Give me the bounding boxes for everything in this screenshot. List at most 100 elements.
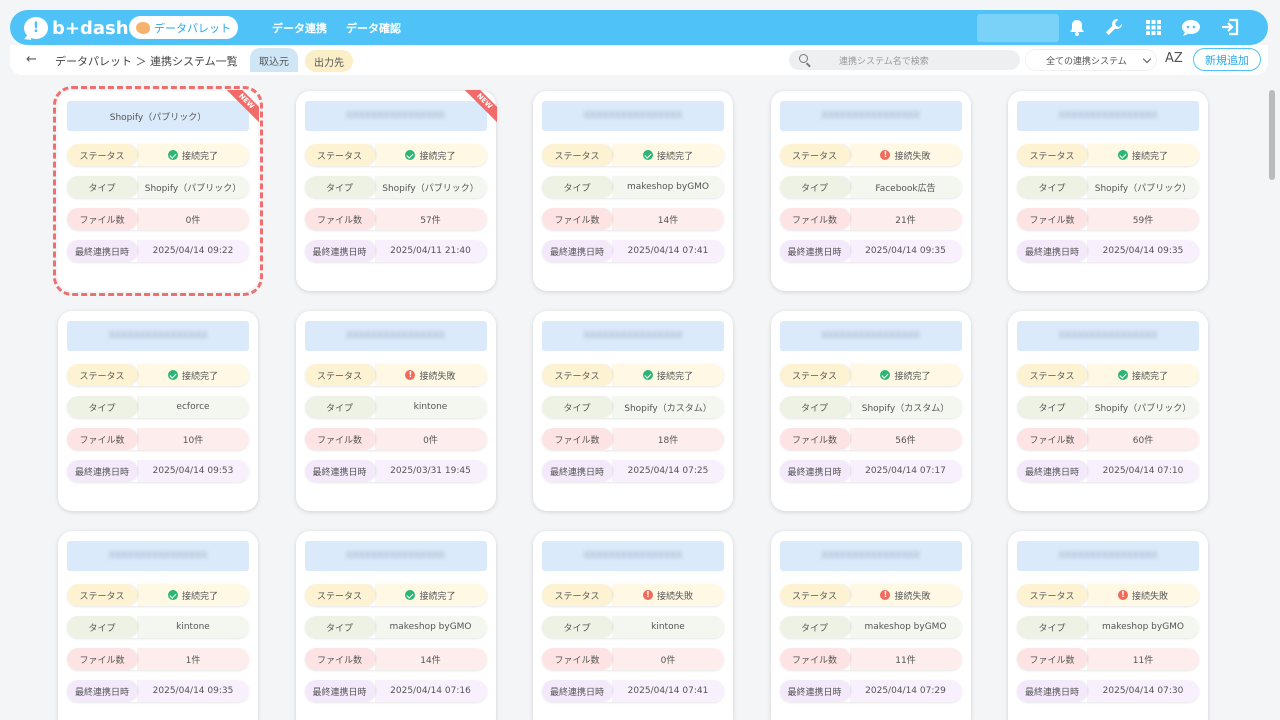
files-value: 11件 xyxy=(1087,648,1199,670)
files-value: 0件 xyxy=(374,428,487,450)
status-value: 接続完了 xyxy=(612,144,724,166)
last-sync-label: 最終連携日時 xyxy=(67,240,137,262)
system-card[interactable]: XXXXXXXXXXXXXXXX ステータス 接続完了 タイプ Shopify（… xyxy=(1008,91,1208,291)
status-row: ステータス 接続完了 xyxy=(67,364,249,386)
card-title: Shopify（パブリック） xyxy=(67,101,249,131)
type-label: タイプ xyxy=(67,616,137,638)
system-card[interactable]: XXXXXXXXXXXXXXXX ステータス 接続完了 タイプ Shopify（… xyxy=(295,90,497,291)
logout-icon[interactable] xyxy=(1219,16,1241,38)
last-sync-value: 2025/04/14 09:35 xyxy=(137,680,249,702)
files-row: ファイル数 21件 xyxy=(779,208,962,230)
search-input[interactable]: 連携システム名で検索 xyxy=(789,50,1020,70)
last-sync-value: 2025/04/11 21:40 xyxy=(374,240,487,262)
last-sync-label: 最終連携日時 xyxy=(779,680,850,702)
system-card[interactable]: XXXXXXXXXXXXXXXX ステータス 接続完了 タイプ makeshop… xyxy=(533,91,733,291)
status-text: 接続完了 xyxy=(894,371,931,382)
chat-icon[interactable] xyxy=(1180,16,1202,38)
last-sync-label: 最終連携日時 xyxy=(67,460,137,482)
status-label: ステータス xyxy=(542,584,612,606)
files-row: ファイル数 59件 xyxy=(1017,208,1199,230)
system-card[interactable]: XXXXXXXXXXXXXXXX ステータス 接続完了 タイプ Shopify（… xyxy=(1008,311,1208,511)
tab-export-destination[interactable]: 出力先 xyxy=(305,50,353,72)
system-card[interactable]: XXXXXXXXXXXXXXXX ステータス ! 接続失敗 タイプ kintone… xyxy=(533,531,733,720)
status-row: ステータス 接続完了 xyxy=(779,364,962,386)
add-new-button[interactable]: 新規追加 xyxy=(1193,48,1261,71)
status-label: ステータス xyxy=(304,364,375,386)
system-card[interactable]: XXXXXXXXXXXXXXXX ステータス ! 接続失敗 タイプ kintone… xyxy=(295,311,496,511)
system-card[interactable]: XXXXXXXXXXXXXXXX ステータス 接続完了 タイプ kintone … xyxy=(58,531,258,720)
type-label: タイプ xyxy=(67,176,137,198)
bell-icon[interactable] xyxy=(1066,16,1088,38)
status-row: ステータス 接続完了 xyxy=(1017,144,1199,166)
type-value: kintone xyxy=(374,396,487,418)
status-label: ステータス xyxy=(779,144,850,166)
type-label: タイプ xyxy=(67,396,137,418)
sort-az-icon[interactable]: AZ xyxy=(1165,51,1183,66)
check-circle-icon xyxy=(880,370,891,380)
nav-data-integration[interactable]: データ連携 xyxy=(272,20,327,36)
status-label: ステータス xyxy=(779,584,850,606)
last-sync-label: 最終連携日時 xyxy=(67,680,137,702)
grid-icon[interactable] xyxy=(1142,16,1164,38)
files-label: ファイル数 xyxy=(779,428,850,450)
status-text: 接続完了 xyxy=(1131,371,1168,382)
last-sync-value: 2025/04/14 07:10 xyxy=(1087,460,1199,482)
system-card[interactable]: Shopify（パブリック） ステータス 接続完了 タイプ Shopify（パブ… xyxy=(53,86,263,296)
card-title: XXXXXXXXXXXXXXXX xyxy=(304,101,487,131)
status-label: ステータス xyxy=(1017,144,1087,166)
status-text: 接続完了 xyxy=(419,151,456,162)
wrench-icon[interactable] xyxy=(1103,16,1125,38)
files-label: ファイル数 xyxy=(67,648,137,670)
files-row: ファイル数 14件 xyxy=(542,208,724,230)
app-logo[interactable]: ! b+dash xyxy=(24,16,129,40)
card-grid: Shopify（パブリック） ステータス 接続完了 タイプ Shopify（パブ… xyxy=(53,86,1218,720)
type-value: Shopify（パブリック） xyxy=(1087,176,1199,198)
status-value: 接続完了 xyxy=(137,584,249,606)
account-info[interactable] xyxy=(977,14,1059,42)
files-row: ファイル数 0件 xyxy=(67,208,249,230)
status-row: ステータス ! 接続失敗 xyxy=(304,364,487,386)
last-sync-row: 最終連携日時 2025/04/14 07:16 xyxy=(304,680,487,702)
last-sync-row: 最終連携日時 2025/04/14 07:30 xyxy=(1017,680,1199,702)
scrollbar[interactable] xyxy=(1269,90,1275,180)
status-label: ステータス xyxy=(542,364,612,386)
files-value: 1件 xyxy=(137,648,249,670)
check-circle-icon xyxy=(642,150,653,160)
check-circle-icon xyxy=(1117,150,1128,160)
card-title: XXXXXXXXXXXXXXXX xyxy=(779,101,962,131)
type-value: Shopify（カスタム） xyxy=(849,396,962,418)
status-row: ステータス 接続完了 xyxy=(67,144,249,166)
check-circle-icon xyxy=(167,370,178,380)
nav-data-check[interactable]: データ確認 xyxy=(346,20,401,36)
files-row: ファイル数 60件 xyxy=(1017,428,1199,450)
type-label: タイプ xyxy=(542,616,612,638)
last-sync-label: 最終連携日時 xyxy=(304,240,375,262)
back-arrow-icon[interactable]: ← xyxy=(26,52,37,67)
system-card[interactable]: XXXXXXXXXXXXXXXX ステータス 接続完了 タイプ Shopify（… xyxy=(533,311,733,511)
card-title: XXXXXXXXXXXXXXXX xyxy=(779,541,962,571)
data-palette-button[interactable]: データパレット xyxy=(129,16,238,39)
files-label: ファイル数 xyxy=(304,648,375,670)
tab-import-source[interactable]: 取込元 xyxy=(250,48,298,72)
system-card[interactable]: XXXXXXXXXXXXXXXX ステータス ! 接続失敗 タイプ Faceboo… xyxy=(770,91,971,291)
system-card[interactable]: XXXXXXXXXXXXXXXX ステータス 接続完了 タイプ ecforce … xyxy=(58,311,258,511)
new-badge: NEW xyxy=(462,90,497,124)
type-label: タイプ xyxy=(1017,176,1087,198)
type-label: タイプ xyxy=(304,176,375,198)
system-card[interactable]: XXXXXXXXXXXXXXXX ステータス 接続完了 タイプ makeshop… xyxy=(295,531,496,720)
system-filter-select[interactable]: 全ての連携システム xyxy=(1026,50,1156,70)
logo-text: b+dash xyxy=(52,17,129,39)
files-value: 60件 xyxy=(1087,428,1199,450)
files-label: ファイル数 xyxy=(67,428,137,450)
last-sync-label: 最終連携日時 xyxy=(779,240,850,262)
type-value: Shopify（パブリック） xyxy=(374,176,487,198)
system-card[interactable]: XXXXXXXXXXXXXXXX ステータス ! 接続失敗 タイプ makesho… xyxy=(770,531,971,720)
last-sync-label: 最終連携日時 xyxy=(304,680,375,702)
status-value: ! 接続失敗 xyxy=(374,364,487,386)
system-card[interactable]: XXXXXXXXXXXXXXXX ステータス 接続完了 タイプ Shopify（… xyxy=(770,311,971,511)
files-value: 11件 xyxy=(849,648,962,670)
system-card[interactable]: XXXXXXXXXXXXXXXX ステータス ! 接続失敗 タイプ makesho… xyxy=(1008,531,1208,720)
card-title: XXXXXXXXXXXXXXXX xyxy=(779,321,962,351)
files-row: ファイル数 18件 xyxy=(542,428,724,450)
logo-bubble-icon: ! xyxy=(24,17,48,39)
